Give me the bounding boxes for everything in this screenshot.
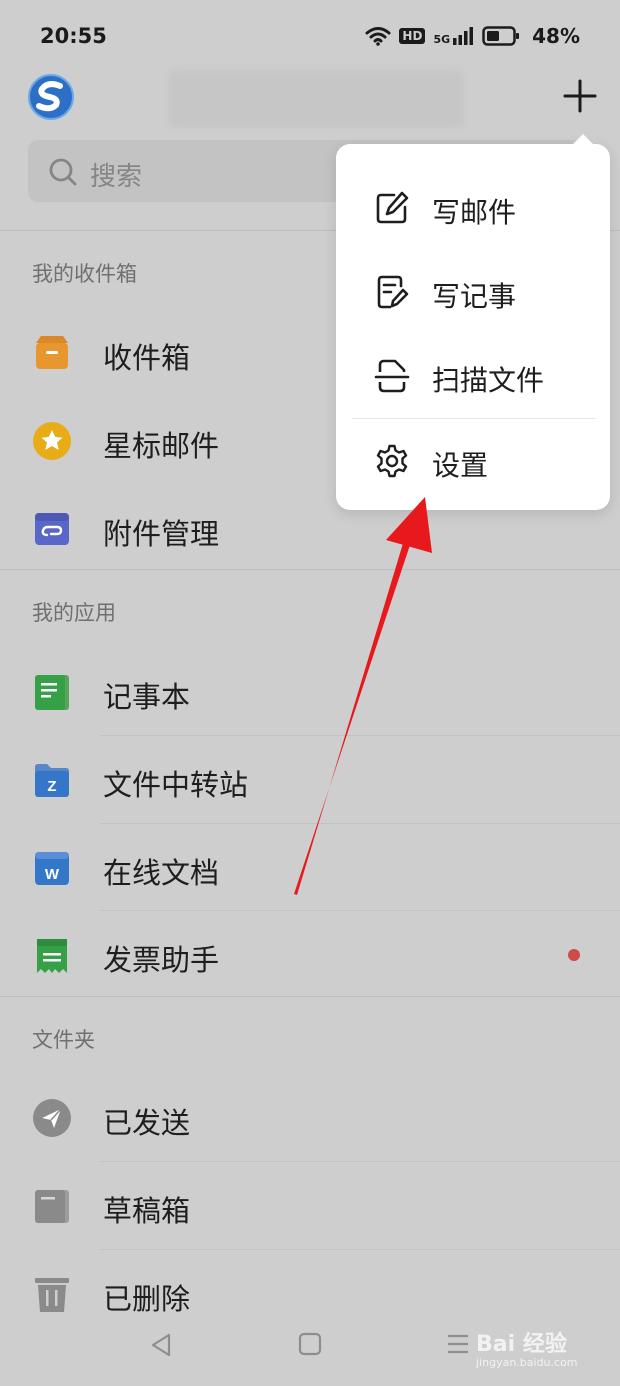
add-popup-menu: 写邮件 写记事 扫描文件 设置 [336,134,610,510]
compose-icon [376,191,409,224]
wifi-icon [365,27,391,46]
list-item-label: 附件管理 [103,517,220,551]
section-title-inbox: 我的收件箱 [32,262,137,286]
menu-item-label: 写记事 [432,280,517,313]
list-item-online-docs[interactable]: W 在线文档 [0,824,620,912]
note-icon [377,275,409,309]
list-item-notebook[interactable]: 记事本 [0,648,620,736]
watermark-main: Bai 经验 [476,1332,567,1357]
watermark-url: jingyan.baidu.com [476,1356,578,1369]
gear-icon [376,444,408,478]
app-logo-icon[interactable] [28,74,74,120]
file-transfer-icon: Z [35,764,69,797]
recent-apps-icon[interactable] [446,1332,470,1356]
menu-item-label: 扫描文件 [432,364,545,397]
section-title-folders: 文件夹 [32,1028,95,1052]
battery-percent: 48% [532,24,580,48]
list-item-label: 草稿箱 [103,1194,191,1228]
inbox-icon [36,336,68,369]
star-icon [33,422,71,460]
status-bar: 20:55 HD 5G 48% [0,0,620,76]
status-time: 20:55 [40,24,107,48]
scan-icon [374,359,410,393]
account-name-blurred[interactable] [168,70,464,128]
svg-text:W: W [45,866,60,883]
search-placeholder: 搜索 [90,162,143,192]
network-type: 5G [433,33,451,46]
list-item-label: 文件中转站 [103,768,249,802]
divider [0,569,620,570]
add-button[interactable] [560,76,600,116]
list-item-sent[interactable]: 已发送 [0,1074,620,1162]
divider [0,996,620,997]
menu-item-settings[interactable]: 设置 [336,419,610,503]
menu-item-write-note[interactable]: 写记事 [336,250,610,334]
notebook-icon [35,675,69,710]
status-icons: HD 5G 48% [365,24,580,48]
menu-item-label: 设置 [432,449,489,482]
menu-pointer [572,134,594,145]
back-icon[interactable] [148,1332,174,1358]
list-item-label: 星标邮件 [103,429,220,463]
home-icon[interactable] [298,1332,322,1356]
svg-text:Z: Z [47,778,56,795]
list-item-label: 在线文档 [103,856,220,890]
sent-icon [33,1099,71,1137]
baidu-jingyan-watermark: Bai 经验 jingyan.baidu.com [476,1326,578,1369]
trash-icon [35,1278,69,1312]
list-item-label: 记事本 [103,680,191,714]
list-item-file-transfer[interactable]: Z 文件中转站 [0,736,620,824]
unread-badge [568,949,580,961]
invoice-icon [37,939,67,973]
list-item-invoice[interactable]: 发票助手 [0,911,620,999]
drafts-icon [35,1190,69,1223]
section-title-apps: 我的应用 [32,601,116,625]
online-doc-icon: W [35,852,69,885]
signal-icon: 5G [433,27,474,45]
attachment-icon [35,513,69,545]
menu-item-compose-mail[interactable]: 写邮件 [336,166,610,250]
search-icon [49,158,77,186]
list-item-label: 发票助手 [103,943,220,977]
menu-item-label: 写邮件 [432,196,517,229]
list-item-drafts[interactable]: 草稿箱 [0,1162,620,1250]
top-bar [0,66,620,132]
hd-icon: HD [399,28,426,44]
list-item-label: 收件箱 [103,341,191,375]
menu-item-scan-file[interactable]: 扫描文件 [336,334,610,418]
battery-icon [482,26,520,46]
list-item-label: 已发送 [103,1106,191,1140]
